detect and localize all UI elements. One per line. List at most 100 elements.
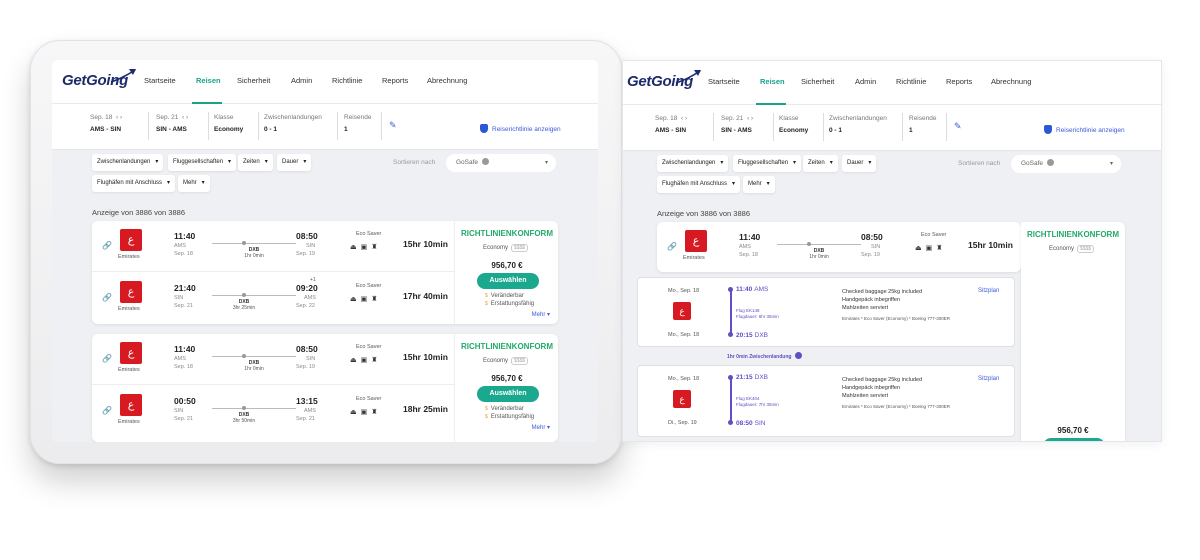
segment-arrival-date: Mo., Sep. 18 (668, 332, 700, 338)
filter-times[interactable]: Zeiten (803, 155, 838, 172)
airline-logo: ﻉ (685, 230, 707, 252)
filter-duration[interactable]: Dauer (277, 154, 312, 171)
price-panel: RICHTLINIENKONFORM Economy $$$$ 956,70 € (1021, 222, 1125, 441)
results-area: Zwischenlandungen Fluggesellschaften Zei… (623, 151, 1161, 441)
tablet-screen: GetGoing Startseite Reisen Sicherheit Ad… (52, 60, 598, 442)
link-icon[interactable]: 🔗 (667, 242, 677, 251)
price-panel: RICHTLINIENKONFORM Economy $$$$ 956,70 € … (454, 334, 558, 442)
filter-stops[interactable]: Zwischenlandungen (92, 154, 164, 171)
filter-times[interactable]: Zeiten (238, 154, 273, 171)
more-link[interactable]: Mehr ▾ (532, 311, 550, 318)
brand-logo[interactable]: GetGoing (627, 70, 701, 90)
filter-airlines[interactable]: Fluggesellschaften (733, 155, 802, 172)
nav-sicherheit[interactable]: Sicherheit (237, 76, 270, 85)
return-date[interactable]: Sep. 21 ‹ › SIN - AMS (156, 114, 188, 133)
nav-startseite[interactable]: Startseite (708, 77, 740, 86)
arrival-airport: SIN (306, 356, 316, 362)
flight-leg: 🔗 ﻉ Emirates 00:50 SIN Sep. 21 DXB 3hr 50… (92, 386, 454, 436)
seatmap-link[interactable]: Sitzplan (978, 376, 999, 382)
outbound-date[interactable]: Sep. 18 ‹ › AMS - SIN (90, 114, 122, 133)
nav-sicherheit[interactable]: Sicherheit (801, 77, 834, 86)
airline-name: Emirates (118, 254, 140, 260)
nav-abrechnung[interactable]: Abrechnung (427, 76, 467, 85)
price: 956,70 € (491, 374, 523, 383)
arrival-time: 08:50 (296, 344, 318, 354)
filter-connecting-airports[interactable]: Flughäfen mit Anschluss (92, 175, 176, 192)
result-card: 🔗 ﻉ Emirates 11:40 AMS Sep. 18 DXB 1hr 0m… (92, 221, 558, 324)
brand-logo[interactable]: GetGoing (62, 69, 136, 89)
filter-duration[interactable]: Dauer (842, 155, 877, 172)
outbound-date[interactable]: Sep. 18 ‹ › AMS - SIN (655, 115, 687, 134)
link-icon[interactable]: 🔗 (102, 241, 112, 250)
segment-departure: 21:15 DXB (736, 374, 768, 381)
seatmap-link[interactable]: Sitzplan (978, 288, 999, 294)
nav-reisen[interactable]: Reisen (760, 77, 785, 86)
cabin-class: Economy $$$$ (1049, 245, 1095, 253)
select-button[interactable] (1043, 438, 1105, 441)
class-field[interactable]: Klasse Economy (214, 114, 243, 133)
nav-reports[interactable]: Reports (946, 77, 972, 86)
filter-more[interactable]: Mehr (178, 175, 210, 192)
airline-name: Emirates (118, 367, 140, 373)
policy-link[interactable]: Reiserichtlinie anzeigen (480, 124, 561, 133)
meals-info: Mahlzeiten serviert (842, 393, 889, 399)
nav-richtlinie[interactable]: Richtlinie (332, 76, 362, 85)
travelers-field[interactable]: Reisende 1 (344, 114, 371, 133)
link-icon[interactable]: 🔗 (102, 293, 112, 302)
price: 956,70 € (491, 261, 523, 270)
departure-airport: AMS (174, 243, 186, 249)
changeable-label: Veränderbar (485, 293, 524, 299)
stops-field[interactable]: Zwischenlandungen 0 - 1 (264, 114, 322, 133)
carryon-info: Handgepäck inbegriffen (842, 385, 900, 391)
class-field[interactable]: Klasse Economy (779, 115, 808, 134)
nav-startseite[interactable]: Startseite (144, 76, 176, 85)
edit-pencil-icon[interactable]: ✎ (954, 121, 962, 132)
nav-admin[interactable]: Admin (855, 77, 876, 86)
nav-admin[interactable]: Admin (291, 76, 312, 85)
return-date[interactable]: Sep. 21 ‹ › SIN - AMS (721, 115, 753, 134)
results-count: Anzeige von 3886 von 3886 (92, 208, 185, 217)
filter-more[interactable]: Mehr (743, 176, 775, 193)
link-icon[interactable]: 🔗 (102, 406, 112, 415)
sort-select[interactable]: GoSafe ▾ (1011, 155, 1121, 173)
edit-pencil-icon[interactable]: ✎ (389, 120, 397, 131)
arrival-time: 13:15 (296, 396, 318, 406)
arrival-airport: AMS (304, 408, 316, 414)
travelers-field[interactable]: Reisende 1 (909, 115, 936, 134)
airline-logo: ﻉ (120, 394, 142, 416)
fare-name: Eco Saver (356, 283, 382, 289)
arrival-date: Sep. 19 (861, 252, 880, 258)
nav-richtlinie[interactable]: Richtlinie (896, 77, 926, 86)
info-icon (1047, 159, 1055, 166)
baggage-info: Checked baggage 25kg included (842, 289, 923, 295)
nav-reisen[interactable]: Reisen (196, 76, 221, 85)
nav-abrechnung[interactable]: Abrechnung (991, 77, 1031, 86)
link-icon[interactable]: 🔗 (102, 354, 112, 363)
more-link[interactable]: Mehr ▾ (532, 424, 550, 431)
select-button[interactable]: Auswählen (477, 273, 539, 289)
layover-info: DXB 1hr 0min (809, 248, 829, 260)
stops-field[interactable]: Zwischenlandungen 0 - 1 (829, 115, 887, 134)
select-button[interactable]: Auswählen (477, 386, 539, 402)
info-icon (482, 158, 490, 165)
nav-reports[interactable]: Reports (382, 76, 408, 85)
departure-time: 11:40 (174, 344, 196, 354)
arrival-time: 09:20 (296, 283, 318, 293)
sort-select[interactable]: GoSafe ▾ (446, 154, 556, 172)
top-nav: GetGoing Startseite Reisen Sicherheit Ad… (52, 60, 598, 104)
result-card-expanded: 🔗 ﻉ Emirates 11:40 AMS Sep. 18 DXB 1hr 0m… (657, 222, 1021, 272)
arrival-airport: AMS (304, 295, 316, 301)
aircraft-info: Emirates * Eco Saver (Economy) * Boeing … (842, 316, 951, 321)
layover-info: DXB 1hr 0min (244, 360, 264, 372)
filter-connecting-airports[interactable]: Flughäfen mit Anschluss (657, 176, 741, 193)
airline-logo: ﻉ (673, 390, 691, 408)
layover-info: DXB 3hr 50min (232, 412, 256, 424)
flight-duration: 15hr 10min (403, 239, 448, 249)
filter-stops[interactable]: Zwischenlandungen (657, 155, 729, 172)
filter-airlines[interactable]: Fluggesellschaften (168, 154, 237, 171)
search-summary-bar: Sep. 18 ‹ › AMS - SIN Sep. 21 ‹ › SIN - … (52, 104, 598, 150)
layover-info: DXB 3hr 25min (232, 299, 256, 311)
policy-link[interactable]: Reiserichtlinie anzeigen (1044, 125, 1125, 134)
arrival-date: Sep. 21 (296, 416, 315, 422)
airline-logo: ﻉ (120, 342, 142, 364)
